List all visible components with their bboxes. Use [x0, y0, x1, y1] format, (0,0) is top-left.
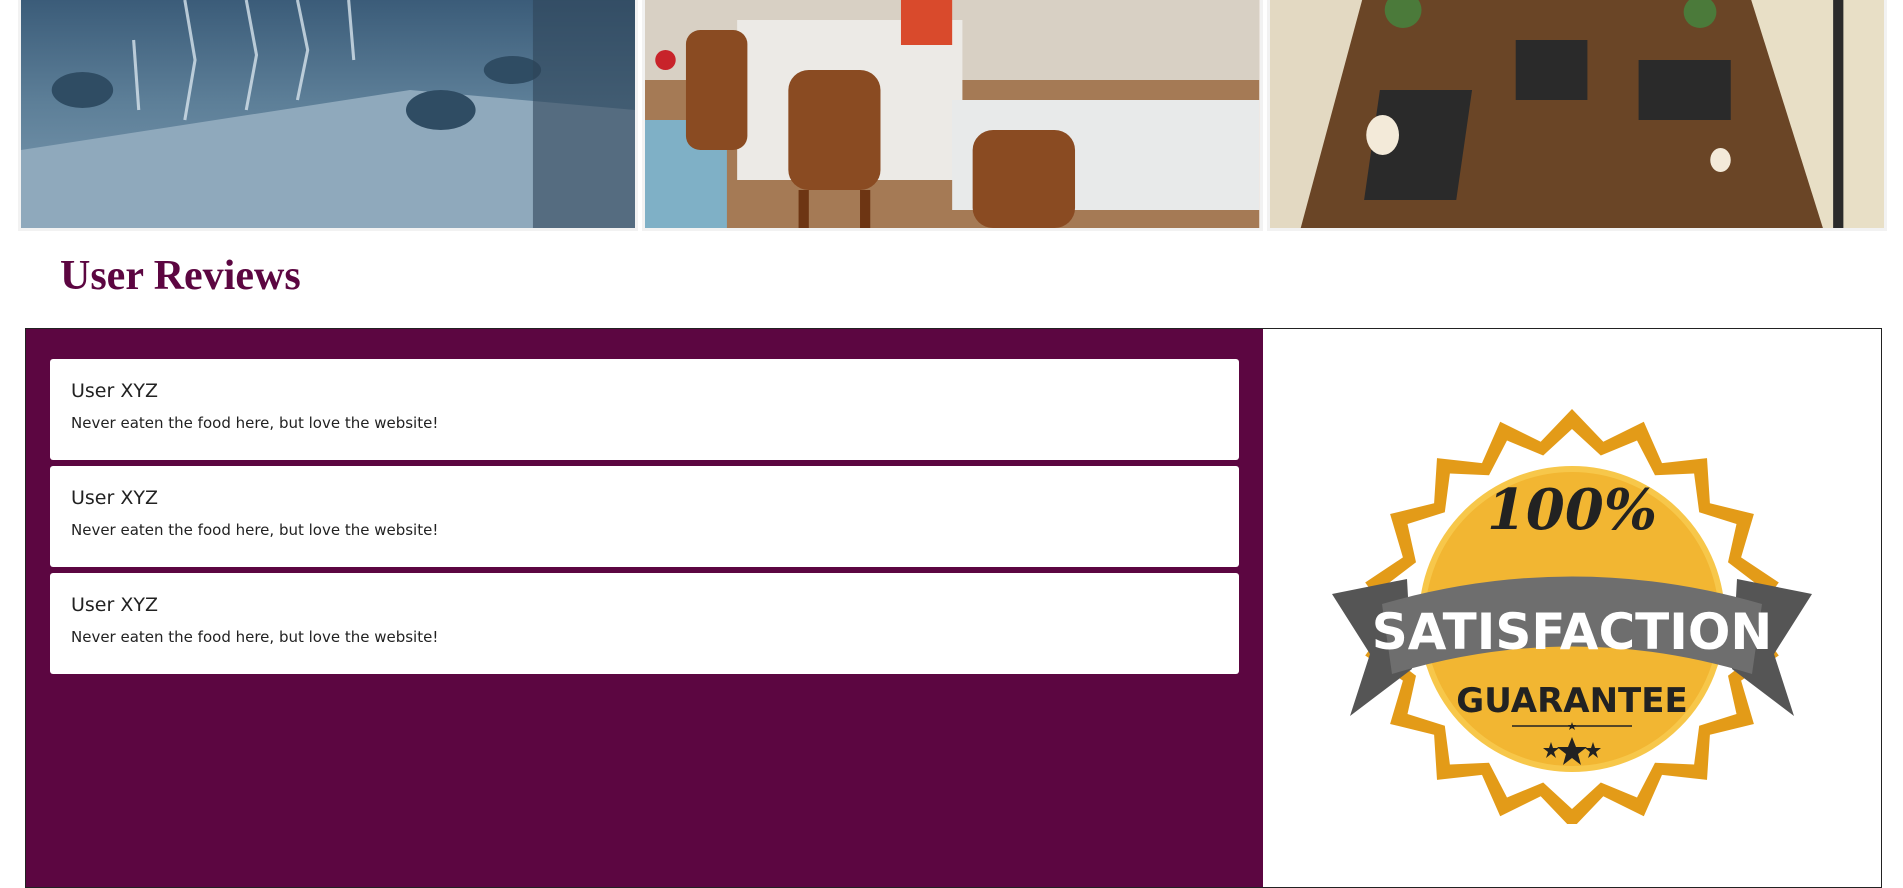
restaurant-interior-photo	[645, 0, 1260, 228]
review-user: User XYZ	[71, 380, 158, 402]
reviews-panel: User XYZ Never eaten the food here, but …	[26, 329, 1263, 887]
badge-percent: 100%	[1487, 477, 1657, 543]
reviews-section: User XYZ Never eaten the food here, but …	[25, 328, 1882, 888]
review-card: User XYZ Never eaten the food here, but …	[50, 359, 1239, 460]
table-setting-photo	[21, 0, 636, 228]
review-user: User XYZ	[71, 487, 158, 509]
review-user: User XYZ	[71, 594, 158, 616]
review-card: User XYZ Never eaten the food here, but …	[50, 573, 1239, 674]
review-card: User XYZ Never eaten the food here, but …	[50, 466, 1239, 567]
overhead-cafe-photo	[1269, 0, 1884, 228]
reviews-heading: User Reviews	[60, 253, 301, 299]
photo-gallery	[21, 0, 1884, 228]
review-text: Never eaten the food here, but love the …	[71, 414, 439, 432]
satisfaction-badge: 100% SATISFACTION GUARANTEE	[1332, 409, 1812, 824]
badge-panel: 100% SATISFACTION GUARANTEE	[1263, 329, 1881, 887]
review-text: Never eaten the food here, but love the …	[71, 521, 439, 539]
badge-line1: SATISFACTION	[1372, 603, 1772, 661]
badge-line2: GUARANTEE	[1456, 681, 1687, 721]
review-text: Never eaten the food here, but love the …	[71, 628, 439, 646]
